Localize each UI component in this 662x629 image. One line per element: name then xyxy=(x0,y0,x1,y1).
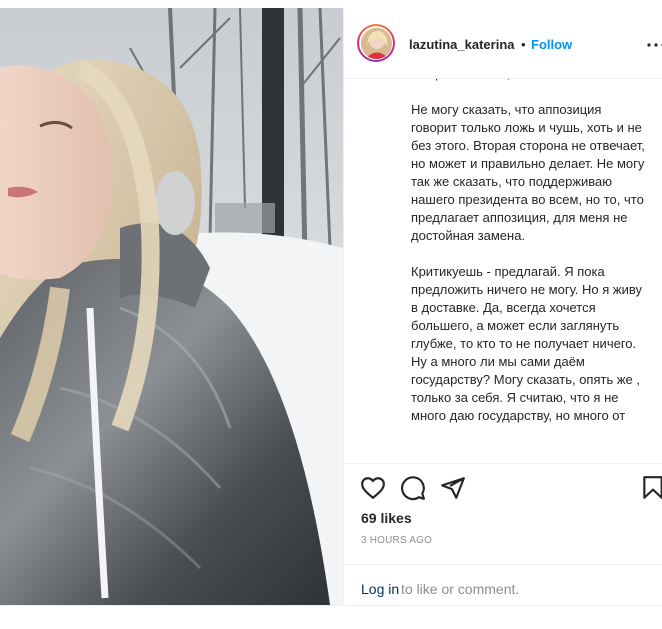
separator-dot: • xyxy=(521,37,526,52)
likes-count[interactable]: 69 likes xyxy=(361,510,412,526)
post-viewer: lazutina_katerina • Follow все равно с т… xyxy=(0,0,662,629)
login-prompt: Log in to like or comment. xyxy=(344,564,662,607)
more-options-icon[interactable] xyxy=(646,38,662,52)
bookmark-icon[interactable] xyxy=(640,475,662,501)
post-actions: 69 likes 3 HOURS AGO Log in to like or c… xyxy=(344,463,662,606)
heart-icon[interactable] xyxy=(360,475,386,501)
avatar xyxy=(360,27,392,59)
username-link[interactable]: lazutina_katerina xyxy=(409,37,515,52)
share-icon[interactable] xyxy=(440,475,466,501)
photo-illustration xyxy=(0,8,343,605)
login-link[interactable]: Log in xyxy=(361,581,399,597)
avatar-story-ring[interactable] xyxy=(357,24,395,62)
avatar-image xyxy=(360,27,392,59)
page-bottom-strip xyxy=(0,605,662,629)
follow-button[interactable]: Follow xyxy=(531,37,572,52)
post-caption: все равно с тем, что есть. Не могу сказа… xyxy=(411,79,645,423)
post-photo[interactable] xyxy=(0,8,343,605)
post-header: lazutina_katerina • Follow xyxy=(344,8,662,79)
login-prompt-text: to like or comment. xyxy=(401,581,520,597)
post-side-panel: lazutina_katerina • Follow все равно с т… xyxy=(343,8,662,605)
post-timestamp[interactable]: 3 HOURS AGO xyxy=(361,535,432,546)
caption-scroll-area[interactable]: все равно с тем, что есть. Не могу сказа… xyxy=(344,79,662,463)
avatar-border xyxy=(359,26,393,60)
comment-icon[interactable] xyxy=(400,475,426,501)
